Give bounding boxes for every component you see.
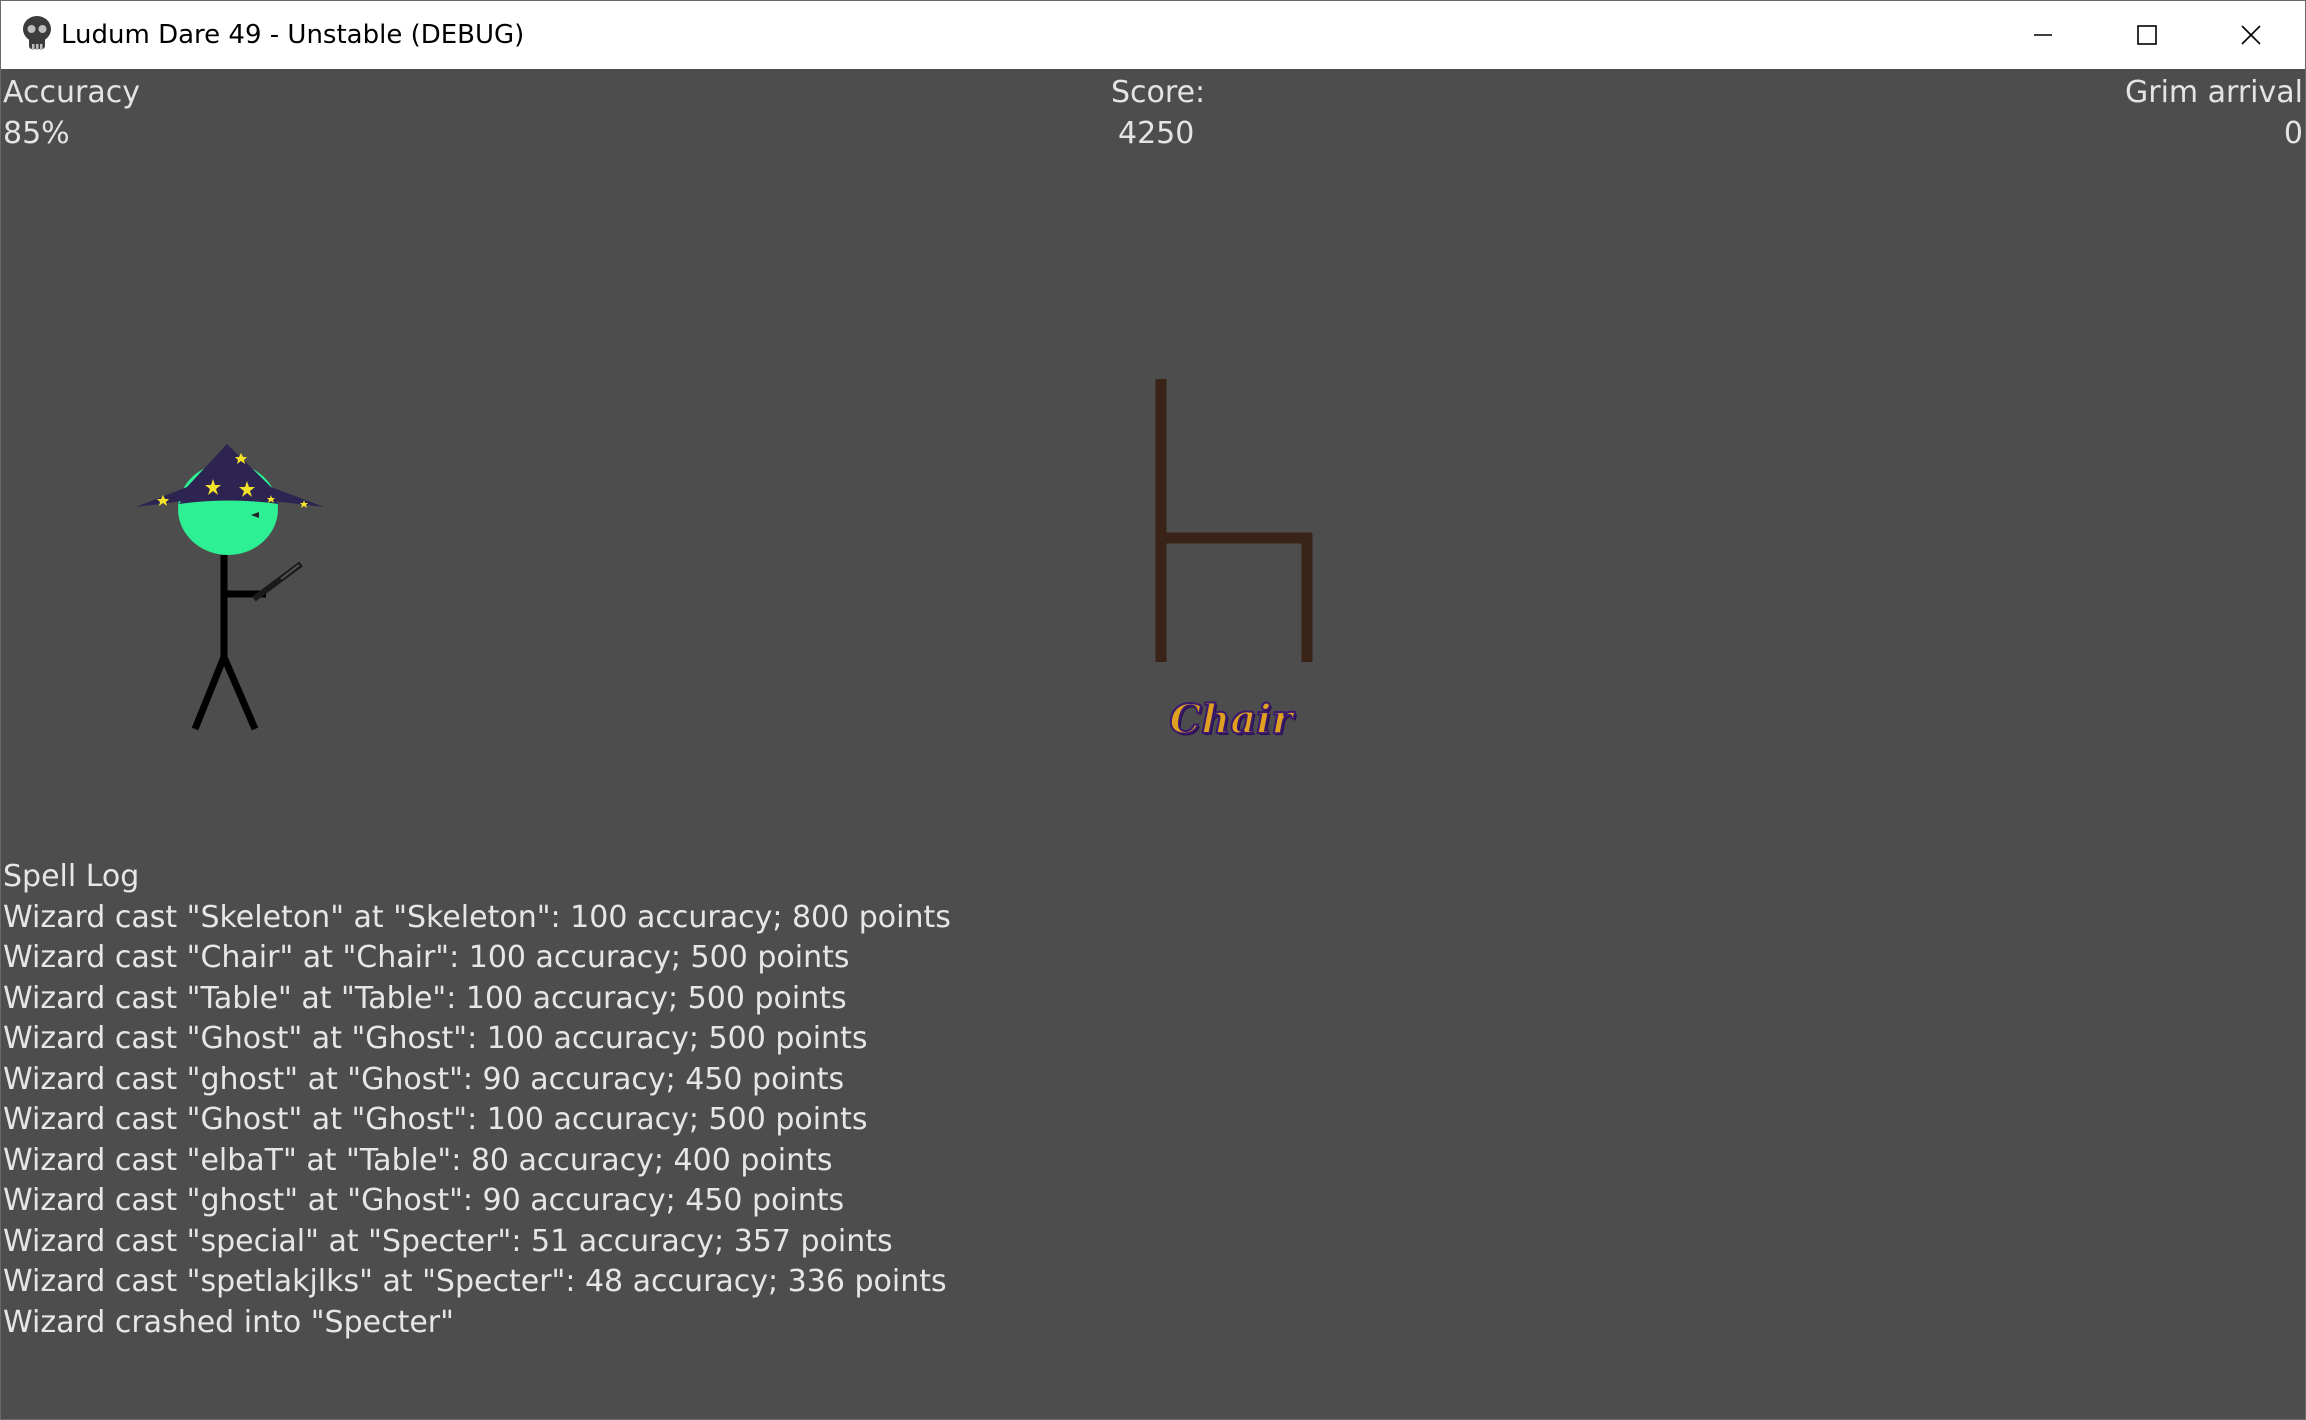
close-button[interactable]	[2199, 1, 2303, 69]
log-entry: Wizard crashed into "Specter"	[3, 1304, 454, 1340]
log-entry: Wizard cast "Skeleton" at "Skeleton": 10…	[3, 899, 951, 935]
log-entry: Wizard cast "Chair" at "Chair": 100 accu…	[3, 940, 850, 975]
accuracy-label: Accuracy	[3, 75, 140, 110]
spell-log: Spell Log Wizard cast "Skeleton" at "Ske…	[3, 857, 951, 1343]
log-entry: Wizard cast "spetlakjlks" at "Specter": …	[3, 1264, 947, 1299]
wizard-body	[191, 555, 266, 731]
skull-icon	[23, 16, 51, 50]
log-entry: Wizard cast "special" at "Specter": 51 a…	[3, 1223, 893, 1259]
chair-target	[1155, 379, 1313, 662]
log-entry: Wizard cast "Ghost" at "Ghost": 100 accu…	[3, 1021, 868, 1056]
log-entry: Wizard cast "ghost" at "Ghost": 90 accur…	[3, 1183, 845, 1218]
game-canvas[interactable]: Accuracy 85% Score: 4250 Grim arrival 0	[1, 69, 2305, 1419]
accuracy-value: 85%	[3, 116, 70, 151]
log-entry: Wizard cast "ghost" at "Ghost": 90 accur…	[3, 1061, 845, 1097]
target-word-label: Chair	[1168, 695, 1293, 744]
minimize-icon	[2034, 34, 2052, 36]
wizard-sprite	[136, 444, 324, 731]
spell-log-title: Spell Log	[3, 859, 140, 894]
log-entry: Wizard cast "Ghost" at "Ghost": 100 accu…	[3, 1102, 868, 1137]
title-bar[interactable]: Ludum Dare 49 - Unstable (DEBUG)	[1, 1, 2305, 69]
maximize-icon	[2137, 25, 2157, 45]
log-entry: Wizard cast "elbaT" at "Table": 80 accur…	[3, 1142, 833, 1178]
score-value: 4250	[1118, 116, 1195, 151]
log-entry: Wizard cast "Table" at "Table": 100 accu…	[3, 980, 847, 1016]
window-title: Ludum Dare 49 - Unstable (DEBUG)	[61, 20, 525, 50]
maximize-button[interactable]	[2095, 1, 2199, 69]
close-icon	[2241, 25, 2261, 45]
game-window: Ludum Dare 49 - Unstable (DEBUG) Accurac…	[0, 0, 2306, 1420]
minimize-button[interactable]	[1991, 1, 2095, 69]
grim-arrival-value: 0	[2283, 116, 2303, 151]
grim-arrival-label: Grim arrival	[2124, 75, 2303, 110]
score-label: Score:	[1111, 75, 1206, 110]
